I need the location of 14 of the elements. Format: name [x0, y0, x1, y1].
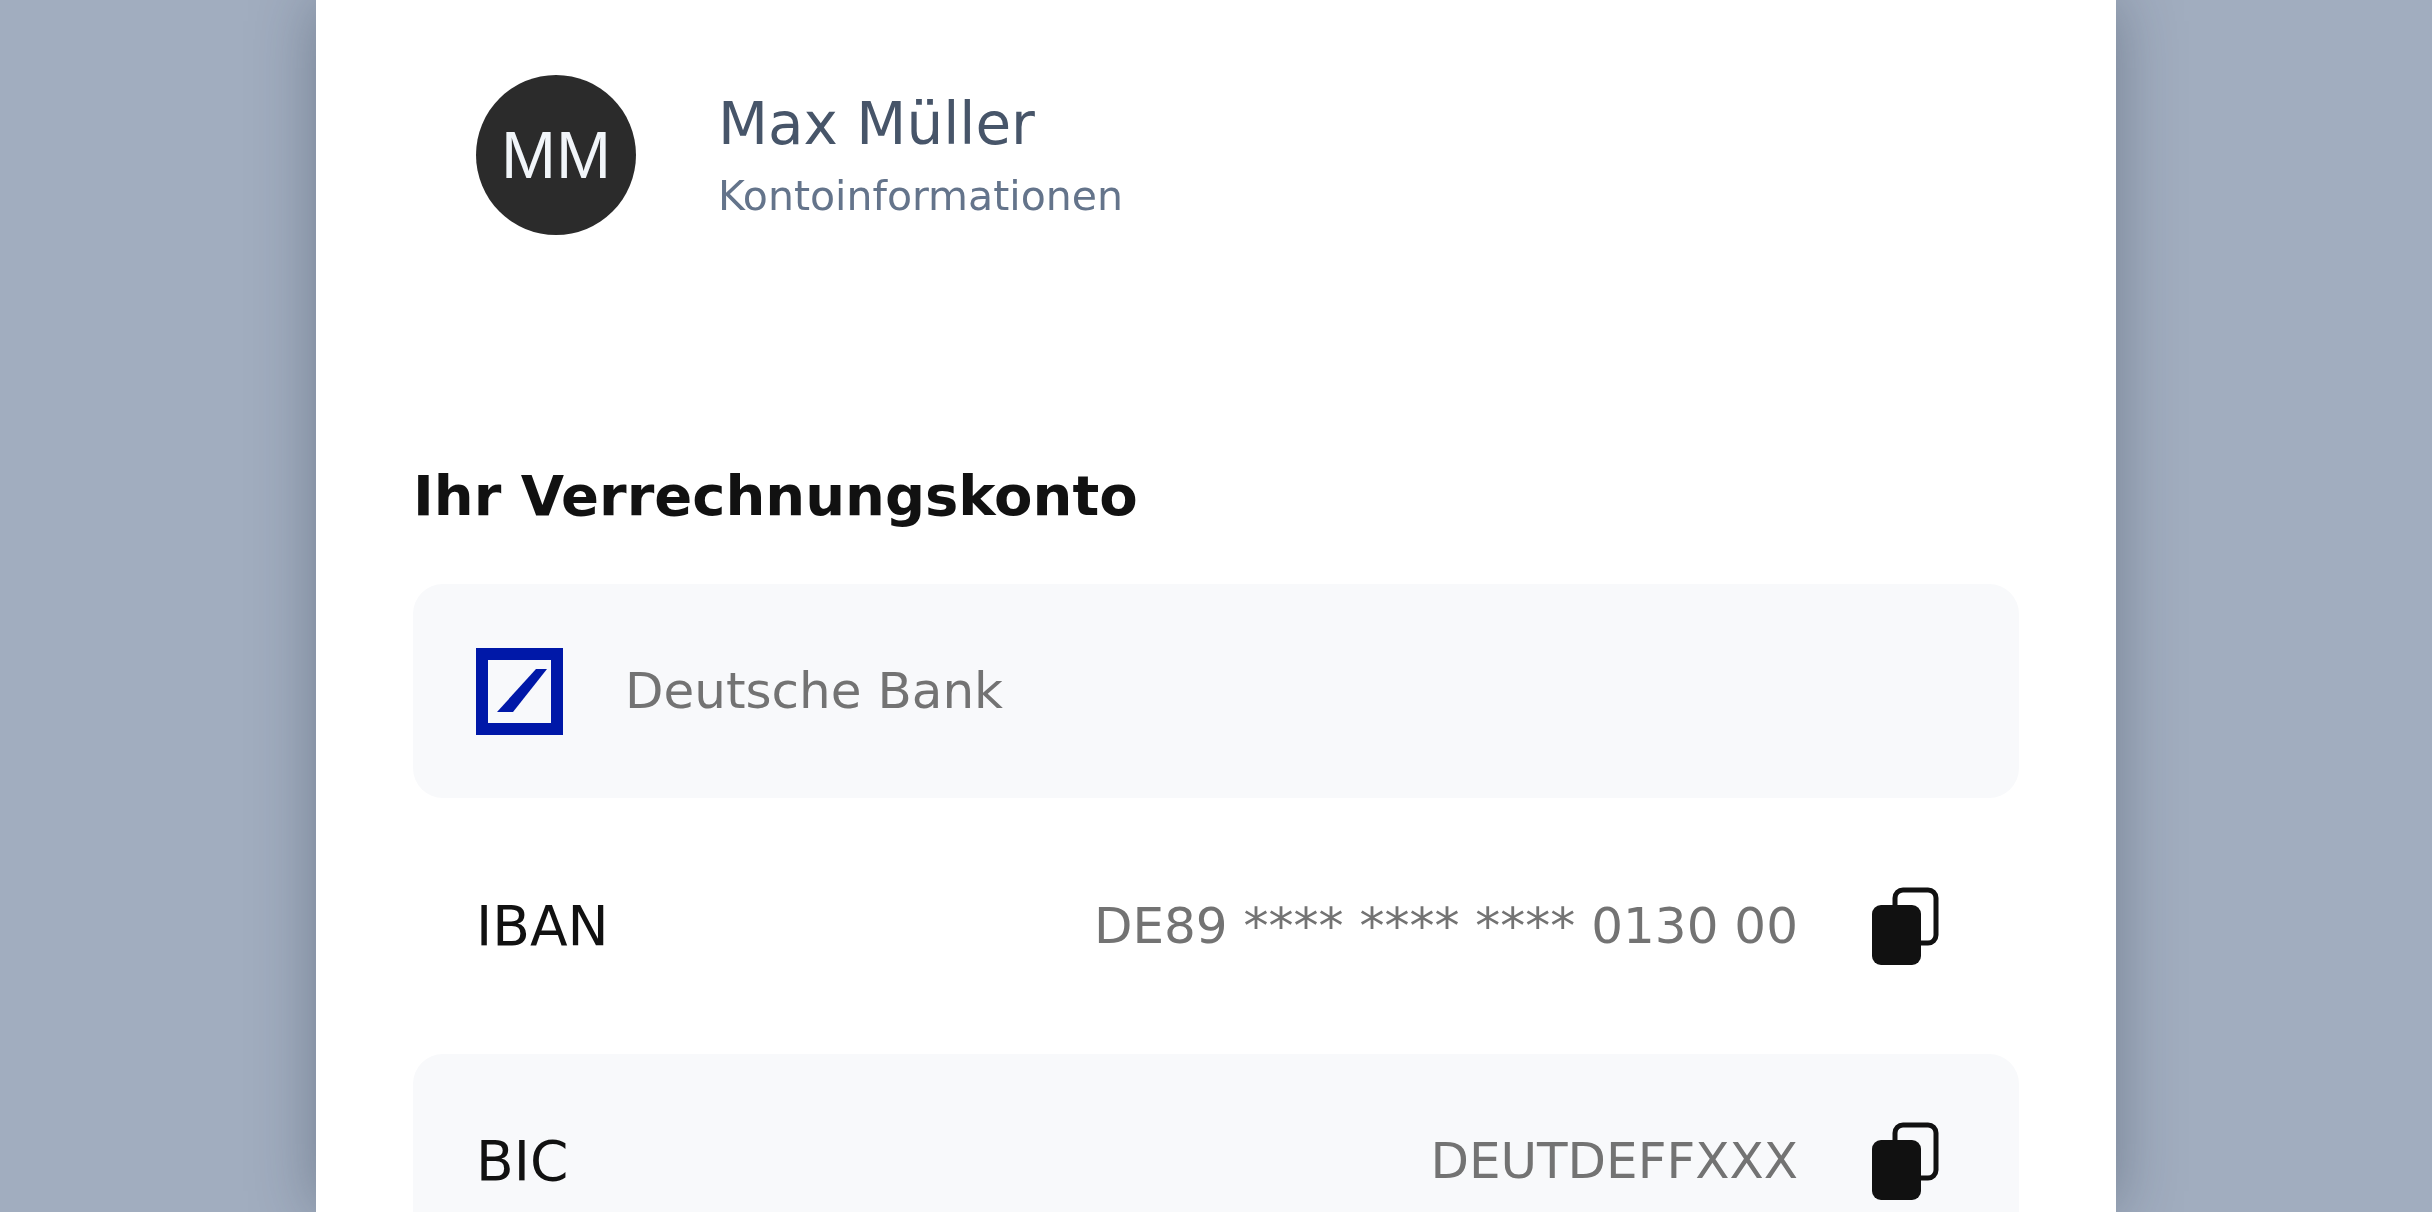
copy-button[interactable]: [1872, 887, 1939, 965]
bank-logo-icon: [476, 647, 563, 735]
copy-icon: [1872, 887, 1939, 965]
section-title: Ihr Verrechnungskonto: [413, 463, 1139, 528]
field-label: BIC: [476, 1129, 570, 1193]
copy-button[interactable]: [1872, 1122, 1939, 1200]
bank-name: Deutsche Bank: [625, 662, 1004, 720]
field-value: DEUTDEFFXXX: [1430, 1132, 1798, 1190]
copy-icon: [1872, 1122, 1939, 1200]
field-value: DE89 **** **** **** 0130 00: [1093, 897, 1798, 955]
user-name: Max Müller: [718, 90, 1036, 158]
page-subtitle: Kontoinformationen: [718, 172, 1123, 220]
field-label: IBAN: [476, 894, 610, 958]
avatar: MM: [476, 75, 636, 235]
